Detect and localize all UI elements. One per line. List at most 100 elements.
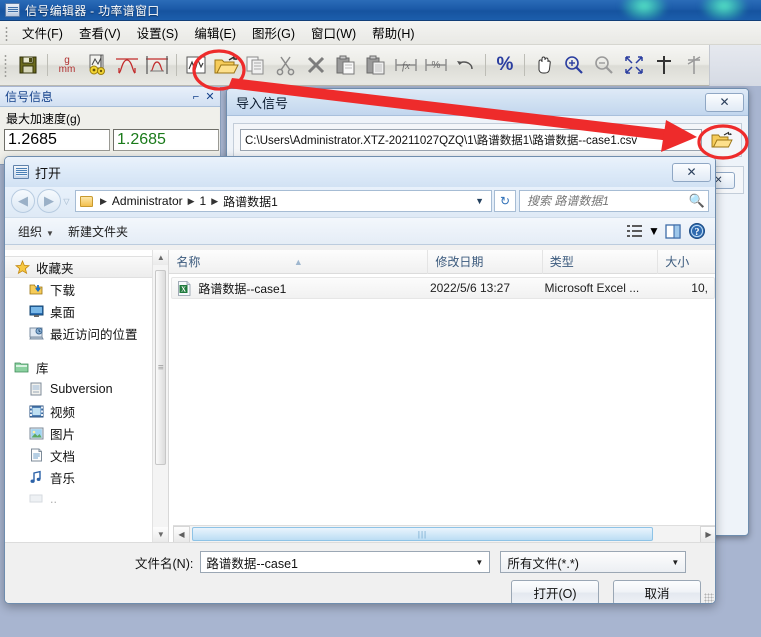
open-button[interactable]: 打开(O) (511, 580, 599, 603)
close-icon[interactable]: ✕ (203, 90, 217, 104)
view-caret-icon[interactable]: ▼ (647, 221, 661, 241)
search-input[interactable] (525, 193, 689, 209)
menubar-grip[interactable] (2, 24, 11, 41)
sidebar-label-downloads: 下载 (50, 283, 76, 298)
undo-button[interactable] (451, 50, 481, 80)
file-type-filter-dropdown[interactable]: 所有文件(*.*) ▼ (500, 551, 687, 573)
organize-button[interactable]: 组织 ▼ (11, 221, 61, 242)
back-arrow-icon[interactable]: ◀ (11, 189, 35, 213)
resize-grip[interactable] (704, 593, 714, 603)
new-folder-button[interactable]: 新建文件夹 (61, 221, 135, 242)
pin-icon[interactable]: ⌐ (189, 90, 203, 104)
menu-settings[interactable]: 设置(S) (129, 20, 187, 45)
spectrum-grid-button[interactable] (142, 50, 172, 80)
svg-text:X: X (181, 285, 186, 293)
open-dialog-close-button[interactable]: ✕ (672, 162, 711, 182)
hscroll-right-arrow[interactable]: ▶ (700, 525, 715, 543)
cancel-button[interactable]: 取消 (613, 580, 701, 603)
import-path-input[interactable]: C:\Users\Administrator.XTZ-20211027QZQ\1… (240, 129, 702, 151)
menu-window[interactable]: 窗口(W) (303, 20, 364, 45)
sidebar-item-libraries[interactable]: 库 (5, 356, 168, 378)
breadcrumb-item-1[interactable]: 1 (200, 194, 207, 208)
help-icon[interactable]: ? (685, 221, 709, 241)
import-dialog-title: 导入信号 (236, 95, 289, 111)
breadcrumb-item-roadspectrum[interactable]: 路谱数据1 (223, 193, 278, 210)
file-type-filter-value: 所有文件(*.*) (507, 556, 579, 571)
menu-edit[interactable]: 编辑(E) (186, 20, 244, 45)
filename-dropdown-icon[interactable]: ▼ (471, 558, 487, 567)
sidebar-scroll-down-arrow[interactable]: ▼ (153, 527, 169, 542)
toolbar-grip[interactable] (2, 53, 10, 77)
settings-gear-button[interactable] (82, 50, 112, 80)
search-icon[interactable]: 🔍 (689, 193, 705, 209)
menu-file[interactable]: 文件(F) (14, 20, 71, 45)
breadcrumb-dropdown-icon[interactable]: ▼ (470, 196, 489, 206)
history-dropdown-icon[interactable]: ▽ (61, 197, 72, 206)
cut-button[interactable] (271, 50, 301, 80)
delete-button[interactable] (301, 50, 331, 80)
sidebar-item-partial[interactable]: .. (5, 488, 168, 510)
sidebar-label-subversion: Subversion (50, 382, 113, 396)
copy-button[interactable] (241, 50, 271, 80)
sidebar-item-videos[interactable]: 视频 (5, 400, 168, 422)
column-header-date[interactable]: 修改日期 (428, 250, 543, 274)
sidebar-item-downloads[interactable]: 下载 (5, 278, 168, 300)
import-browse-button[interactable] (708, 128, 735, 152)
open-folder-button[interactable] (211, 50, 241, 80)
crosshair-button[interactable] (649, 50, 679, 80)
hscroll-track[interactable] (190, 525, 700, 543)
breadcrumb[interactable]: ▶ Administrator ▶ 1 ▶ 路谱数据1 ▼ (75, 190, 492, 212)
forward-arrow-icon[interactable]: ▶ (37, 189, 61, 213)
column-header-type[interactable]: 类型 (543, 250, 659, 274)
column-header-name[interactable]: ▲ 名称 (169, 250, 429, 274)
sidebar-item-recent-places[interactable]: 最近访问的位置 (5, 322, 168, 344)
file-list-horizontal-scrollbar[interactable]: ◀ ▶ (173, 525, 715, 543)
paste-special-button[interactable] (361, 50, 391, 80)
marker-button[interactable] (679, 50, 709, 80)
sidebar-item-music[interactable]: 音乐 (5, 466, 168, 488)
sidebar-item-subversion[interactable]: Subversion (5, 378, 168, 400)
refresh-icon[interactable]: ↻ (494, 190, 516, 212)
file-name-cell: X 路谱数据--case1 (172, 280, 425, 297)
insert-fx-button[interactable]: fx (391, 50, 421, 80)
filter-dropdown-icon[interactable]: ▼ (667, 558, 683, 567)
save-button[interactable] (13, 50, 43, 80)
filename-value: 路谱数据--case1 (206, 556, 299, 571)
pan-hand-button[interactable] (529, 50, 559, 80)
menu-graph[interactable]: 图形(G) (244, 20, 303, 45)
toolbar-end-cap (709, 44, 761, 86)
breadcrumb-item-administrator[interactable]: Administrator (112, 194, 183, 208)
window-control-glow-2 (700, 0, 748, 20)
sidebar-scroll-up-arrow[interactable]: ▲ (153, 250, 169, 265)
spectrum-curve-button[interactable] (112, 50, 142, 80)
import-dialog-close-button[interactable]: ✕ (705, 92, 744, 112)
sidebar-item-desktop[interactable]: 桌面 (5, 300, 168, 322)
zoom-in-button[interactable] (559, 50, 589, 80)
units-g-mm-button[interactable]: g mm (52, 50, 82, 80)
insert-percent-button[interactable]: % (421, 50, 451, 80)
search-box[interactable]: 🔍 (519, 190, 709, 212)
waveform-button[interactable] (181, 50, 211, 80)
filename-row: 文件名(N): 路谱数据--case1 ▼ 所有文件(*.*) ▼ (5, 551, 715, 573)
sidebar-scrollbar[interactable]: ▲ ▼ (152, 250, 169, 542)
breadcrumb-separator-2: ▶ (211, 195, 219, 206)
menu-help[interactable]: 帮助(H) (364, 20, 422, 45)
sidebar-item-pictures[interactable]: 图片 (5, 422, 168, 444)
percent-button[interactable]: % (490, 50, 520, 80)
sidebar-item-favorites[interactable]: 收藏夹 (5, 256, 169, 278)
zoom-out-button[interactable] (589, 50, 619, 80)
view-list-icon[interactable] (623, 221, 647, 241)
filename-input[interactable]: 路谱数据--case1 ▼ (200, 551, 491, 573)
preview-pane-icon[interactable] (661, 221, 685, 241)
sidebar-scroll-thumb[interactable] (155, 270, 167, 465)
fit-to-window-button[interactable] (619, 50, 649, 80)
menu-view[interactable]: 查看(V) (71, 20, 129, 45)
paste-button[interactable] (331, 50, 361, 80)
table-row[interactable]: X 路谱数据--case1 2022/5/6 13:27 Microsoft E… (171, 277, 715, 299)
sidebar-item-documents[interactable]: 文档 (5, 444, 168, 466)
hscroll-thumb[interactable] (192, 526, 653, 542)
open-dialog-titlebar: 打开 ✕ (5, 157, 715, 187)
column-header-size[interactable]: 大小 (658, 250, 715, 274)
hscroll-left-arrow[interactable]: ◀ (173, 525, 190, 543)
